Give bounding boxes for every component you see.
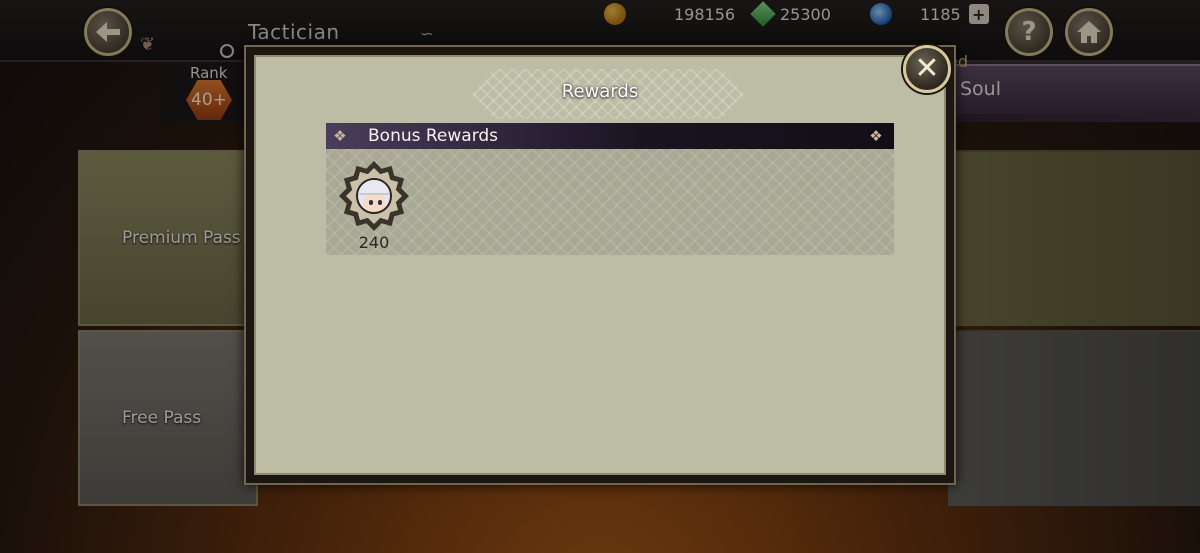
rewards-dialog: Rewards ❖ Bonus Rewards ❖ 240 (244, 45, 956, 485)
reward-item[interactable]: 240 (338, 161, 410, 252)
rewards-dialog-body: Rewards ❖ Bonus Rewards ❖ 240 (254, 55, 946, 475)
reward-quantity: 240 (358, 233, 390, 252)
ornament-right-icon: ❖ (869, 127, 883, 145)
ornament-left-icon: ❖ (333, 127, 347, 145)
bonus-rewards-list: 240 (326, 149, 894, 255)
close-icon: ✕ (914, 51, 940, 86)
dialog-title: Rewards (561, 81, 639, 102)
bonus-rewards-title: Bonus Rewards (368, 126, 499, 146)
bonus-rewards-header: ❖ Bonus Rewards ❖ (326, 123, 894, 149)
close-button[interactable]: ✕ (903, 45, 951, 93)
character-portrait-icon (339, 161, 409, 231)
